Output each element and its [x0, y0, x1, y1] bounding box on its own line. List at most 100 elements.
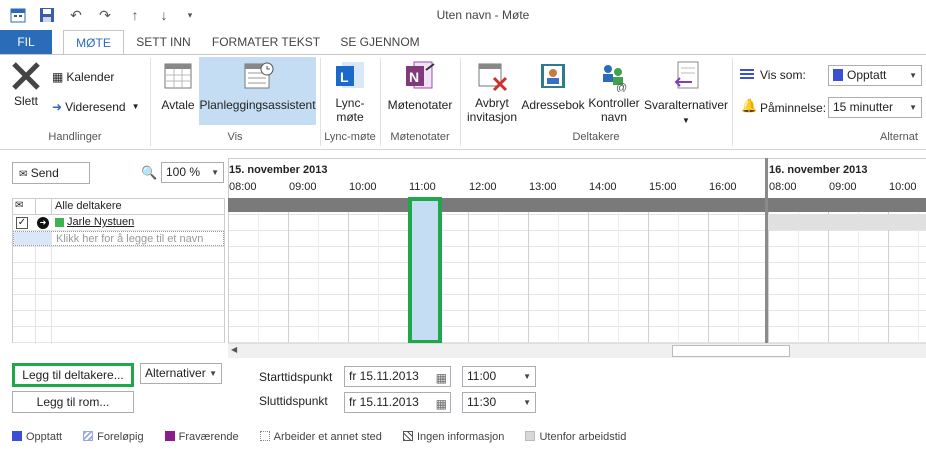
lync-meeting-button[interactable]: L Lync- møte [328, 60, 372, 124]
end-date-value: fr 15.11.2013 [349, 395, 419, 409]
start-date-field[interactable]: fr 15.11.2013 ▦ [344, 366, 451, 387]
calendar-label: Kalender [66, 70, 115, 84]
delete-button[interactable]: Slett [6, 60, 46, 108]
show-as-label: Vis som: [760, 68, 806, 82]
start-time-dropdown[interactable]: 11:00 ▼ [462, 366, 536, 387]
row-line [13, 342, 224, 343]
cancel-invitation-button[interactable]: Avbryt invitasjon [464, 60, 520, 124]
grid-column-line [648, 198, 649, 343]
legend-away: Fraværende [164, 431, 239, 443]
meeting-notes-label: Møtenotater [387, 98, 453, 112]
chevron-down-icon: ▼ [523, 398, 531, 407]
address-book-icon [537, 60, 569, 92]
meeting-notes-button[interactable]: N Møtenotater [384, 60, 456, 112]
tab-fil[interactable]: FIL [0, 30, 52, 54]
svg-text:N: N [409, 69, 419, 85]
calendar-picker-icon[interactable]: ▦ [436, 369, 447, 388]
address-book-button[interactable]: Adressebok [521, 60, 585, 112]
group-motenotater: Møtenotater [390, 131, 450, 143]
cancel-invitation-label-2: invitasjon [466, 110, 518, 124]
grid-column-line [528, 198, 529, 343]
start-date-value: fr 15.11.2013 [349, 369, 419, 383]
hour-label: 15:00 [649, 181, 677, 193]
zoom-dropdown[interactable]: 100 % ▼ [161, 162, 224, 183]
tab-sett-inn[interactable]: SETT INN [131, 30, 196, 54]
attendee-checkbox[interactable]: ✓ [16, 217, 28, 229]
scheduling-assistant-button[interactable]: Planleggingsassistent [199, 57, 316, 125]
grid-row-line [228, 326, 926, 327]
reminder-label: Påminnelse: [760, 101, 827, 115]
add-room-button[interactable]: Legg til rom... [12, 391, 134, 413]
show-as-dropdown[interactable]: Opptatt ▼ [828, 65, 922, 86]
column-divider [51, 199, 52, 214]
day-separator [765, 158, 768, 343]
legend-working-elsewhere: Arbeider et annet sted [259, 431, 382, 443]
response-options-label: Svaralternativer [643, 98, 729, 112]
grid-column-line [498, 198, 499, 343]
grid-column-line [258, 198, 259, 343]
appointment-button[interactable]: Avtale [158, 60, 198, 112]
chevron-down-icon: ▼ [682, 116, 690, 125]
send-button[interactable]: ✉ Send [12, 162, 90, 184]
calendar-search-icon: ▦ [52, 70, 64, 84]
end-date-field[interactable]: fr 15.11.2013 ▦ [344, 392, 451, 413]
column-divider [35, 199, 36, 214]
response-options-button[interactable]: Svaralternativer ▼ [643, 60, 729, 128]
appointment-label: Avtale [161, 98, 195, 112]
options-dropdown[interactable]: Alternativer ▼ [140, 363, 222, 384]
appointment-calendar-icon [162, 60, 194, 92]
tab-mote[interactable]: MØTE [63, 30, 124, 55]
onenote-icon: N [404, 60, 436, 92]
bell-icon: 🔔 [741, 98, 758, 113]
row-line [13, 246, 224, 247]
out-of-office-hours-block [768, 214, 926, 230]
add-attendee-row[interactable]: Klikk her for å legge til et navn [13, 231, 224, 246]
forward-button[interactable]: ➜ Videresend ▼ [52, 98, 139, 116]
legend-no-info: Ingen informasjon [402, 431, 504, 443]
attendee-row[interactable]: ✓ ➜ Jarle Nystuen [13, 215, 224, 231]
scroll-left-arrow-icon[interactable]: ◀ [231, 345, 237, 354]
grid-row-line [228, 310, 926, 311]
cancel-calendar-icon [476, 60, 508, 92]
grid-column-line [708, 198, 709, 343]
horizontal-scrollbar[interactable] [228, 343, 926, 358]
svg-text:L: L [340, 69, 349, 85]
calendar-button[interactable]: ▦ Kalender [52, 68, 114, 86]
required-attendee-icon[interactable]: ➜ [37, 217, 49, 229]
hour-label: 08:00 [229, 181, 257, 193]
end-time-value: 11:30 [467, 395, 497, 409]
hour-label: 10:00 [349, 181, 377, 193]
group-alternativer: Alternat [880, 131, 918, 143]
add-attendees-button[interactable]: Legg til deltakere... [12, 363, 134, 387]
grid-row-line [228, 246, 926, 247]
date-header-1: 15. november 2013 [229, 164, 328, 176]
zoom-value: 100 % [166, 165, 201, 179]
attendee-name[interactable]: Jarle Nystuen [67, 216, 134, 228]
scheduling-assistant-label: Planleggingsassistent [199, 98, 316, 112]
legend-outside-hours: Utenfor arbeidstid [525, 431, 626, 443]
add-attendee-placeholder[interactable]: Klikk her for å legge til et navn [56, 233, 203, 245]
attendee-list-header: ✉ Alle deltakere [13, 199, 224, 215]
tab-se-gjennom[interactable]: SE GJENNOM [335, 30, 425, 54]
calendar-picker-icon[interactable]: ▦ [436, 395, 447, 414]
lync-label-1: Lync- [335, 96, 365, 110]
tab-formater-tekst[interactable]: FORMATER TEKST [206, 30, 326, 54]
grid-row-line [228, 262, 926, 263]
all-attendees-busy-bar [228, 198, 766, 212]
grid-column-line [228, 198, 229, 343]
delete-x-icon [10, 60, 42, 92]
row-line [13, 262, 224, 263]
column-divider [35, 246, 36, 344]
grid-column-line [318, 198, 319, 343]
reminder-dropdown[interactable]: 15 minutter ▼ [828, 97, 922, 118]
row-line [13, 310, 224, 311]
meeting-time-selection[interactable] [408, 197, 442, 344]
all-attendees-busy-bar [768, 198, 926, 212]
chevron-down-icon: ▼ [131, 102, 140, 111]
grid-row-line [228, 294, 926, 295]
check-names-button[interactable]: @ Kontroller navn [587, 60, 641, 124]
scrollbar-thumb[interactable] [672, 345, 790, 357]
show-as-value: Opptatt [847, 68, 887, 82]
end-time-dropdown[interactable]: 11:30 ▼ [462, 392, 536, 413]
grid-column-line [288, 198, 289, 343]
